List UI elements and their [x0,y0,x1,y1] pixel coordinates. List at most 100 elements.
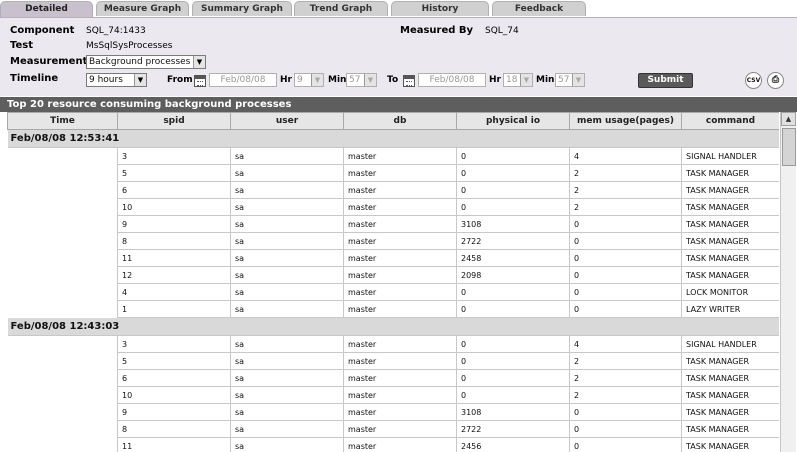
user-cell: sa [230,164,344,182]
tab-feedback[interactable]: Feedback [492,1,586,16]
table-row[interactable]: 5 sa master 0 2 TASK MANAGER [7,352,779,370]
from-hr-select[interactable]: 9 ▼ [294,73,324,87]
table-row[interactable]: 3 sa master 0 4 SIGNAL HANDLER [7,147,779,165]
user-cell: sa [230,437,344,452]
from-min-select[interactable]: 57 ▼ [346,73,377,87]
db-cell: master [343,420,457,438]
table-row[interactable]: 6 sa master 0 2 TASK MANAGER [7,181,779,199]
table-row[interactable]: 6 sa master 0 2 TASK MANAGER [7,369,779,387]
time-cell [7,352,118,370]
user-cell: sa [230,232,344,250]
column-header-user[interactable]: user [230,112,344,130]
table-row[interactable]: 9 sa master 3108 0 TASK MANAGER [7,403,779,421]
time-cell [7,300,118,318]
command-cell: TASK MANAGER [681,437,779,452]
user-cell: sa [230,420,344,438]
mem-usage-cell: 0 [569,403,682,421]
time-cell [7,147,118,165]
results-table-container: Time spid user db physical io mem usage(… [7,112,779,452]
to-hr-select[interactable]: 18 ▼ [503,73,533,87]
db-cell: master [343,198,457,216]
chevron-down-icon: ▼ [193,56,205,68]
command-cell: TASK MANAGER [681,266,779,284]
table-row[interactable]: 4 sa master 0 0 LOCK MONITOR [7,283,779,301]
table-header-row: Time spid user db physical io mem usage(… [7,112,779,130]
user-cell: sa [230,181,344,199]
table-row[interactable]: 8 sa master 2722 0 TASK MANAGER [7,420,779,438]
user-cell: sa [230,369,344,387]
scrollbar-thumb[interactable] [782,128,796,166]
measurement-select[interactable]: Background processes ▼ [86,55,206,69]
spid-cell: 9 [117,403,231,421]
from-hr-value: 9 [297,75,303,85]
from-label: From [167,75,193,85]
chevron-down-icon: ▼ [134,74,146,86]
csv-export-icon[interactable]: CSV [745,72,762,89]
table-row[interactable]: 12 sa master 2098 0 TASK MANAGER [7,266,779,284]
component-value: SQL_74:1433 [86,26,146,36]
mem-usage-cell: 0 [569,283,682,301]
tab-trend-graph[interactable]: Trend Graph [294,1,388,16]
mem-usage-cell: 2 [569,352,682,370]
column-header-physical-io[interactable]: physical io [456,112,570,130]
to-min-select[interactable]: 57 ▼ [555,73,585,87]
column-header-time[interactable]: Time [7,112,118,130]
table-row[interactable]: 11 sa master 2458 0 TASK MANAGER [7,249,779,267]
table-row[interactable]: 10 sa master 0 2 TASK MANAGER [7,386,779,404]
column-header-command[interactable]: command [681,112,779,130]
db-cell: master [343,181,457,199]
mem-usage-cell: 2 [569,386,682,404]
column-header-spid[interactable]: spid [117,112,231,130]
physical-io-cell: 0 [456,198,570,216]
vertical-scrollbar[interactable]: ▲ [780,112,796,452]
physical-io-cell: 2458 [456,249,570,267]
physical-io-cell: 0 [456,164,570,182]
spid-cell: 10 [117,386,231,404]
chevron-down-icon: ▼ [311,74,323,86]
tab-history[interactable]: History [391,1,489,16]
from-date-input[interactable]: Feb/08/08 [209,73,277,87]
submit-button[interactable]: Submit [638,73,693,88]
db-cell: master [343,232,457,250]
calendar-icon[interactable] [194,75,206,87]
command-cell: TASK MANAGER [681,249,779,267]
tab-measure-graph[interactable]: Measure Graph [96,1,189,16]
physical-io-cell: 3108 [456,403,570,421]
table-row[interactable]: 10 sa master 0 2 TASK MANAGER [7,198,779,216]
spid-cell: 4 [117,283,231,301]
user-cell: sa [230,352,344,370]
db-cell: master [343,283,457,301]
printer-icon[interactable]: ⎙ [767,72,784,89]
physical-io-cell: 3108 [456,215,570,233]
tab-detailed-diagnosis[interactable]: Detailed Diagnosis [0,1,93,29]
command-cell: SIGNAL HANDLER [681,147,779,165]
table-row[interactable]: 9 sa master 3108 0 TASK MANAGER [7,215,779,233]
to-min-label: Min [536,75,555,85]
table-row[interactable]: 11 sa master 2456 0 TASK MANAGER [7,437,779,452]
to-date-input[interactable]: Feb/08/08 [418,73,486,87]
scroll-up-icon[interactable]: ▲ [781,112,796,126]
table-row[interactable]: 1 sa master 0 0 LAZY WRITER [7,300,779,318]
command-cell: TASK MANAGER [681,164,779,182]
mem-usage-cell: 2 [569,181,682,199]
measured-by-value: SQL_74 [485,26,519,36]
column-header-db[interactable]: db [343,112,457,130]
table-row[interactable]: 5 sa master 0 2 TASK MANAGER [7,164,779,182]
db-cell: master [343,215,457,233]
test-value: MsSqlSysProcesses [86,41,173,51]
chevron-down-icon: ▼ [572,74,584,86]
table-row[interactable]: 8 sa master 2722 0 TASK MANAGER [7,232,779,250]
time-cell [7,369,118,387]
db-cell: master [343,164,457,182]
mem-usage-cell: 0 [569,232,682,250]
column-header-mem-usage[interactable]: mem usage(pages) [569,112,682,130]
table-row[interactable]: 3 sa master 0 4 SIGNAL HANDLER [7,335,779,353]
spid-cell: 11 [117,437,231,452]
time-cell [7,181,118,199]
mem-usage-cell: 0 [569,266,682,284]
physical-io-cell: 2456 [456,437,570,452]
mem-usage-cell: 0 [569,215,682,233]
calendar-icon[interactable] [403,75,415,87]
tab-summary-graph[interactable]: Summary Graph [192,1,292,16]
timeline-select[interactable]: 9 hours ▼ [86,73,147,87]
